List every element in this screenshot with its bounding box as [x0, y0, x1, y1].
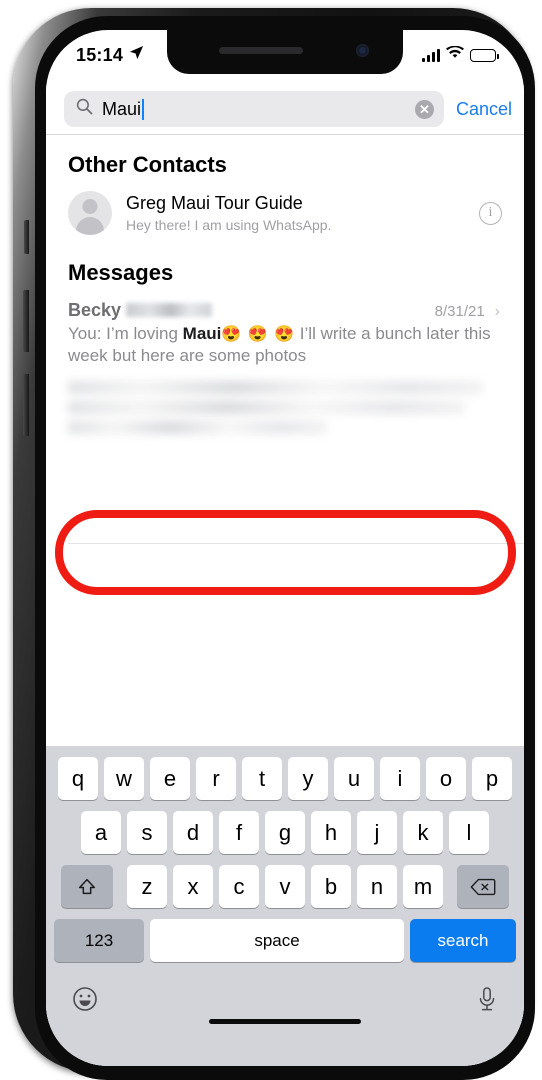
status-time: 15:14	[76, 44, 124, 65]
on-screen-keyboard: qwertyuiop asdfghjkl zxcvbnm 123 space s…	[46, 746, 524, 1066]
key-s[interactable]: s	[127, 811, 167, 854]
search-divider	[46, 134, 524, 135]
key-x[interactable]: x	[173, 865, 213, 908]
chevron-right-icon: ›	[494, 303, 500, 320]
message-result-row[interactable]: Becky 8/31/21 › You: I’m loving Maui😍 😍 …	[46, 295, 524, 375]
key-h[interactable]: h	[311, 811, 351, 854]
list-divider	[68, 543, 524, 545]
volume-up-button[interactable]	[23, 290, 29, 352]
message-row-top: Becky 8/31/21 ›	[68, 300, 500, 321]
blurred-message-row[interactable]	[46, 375, 524, 451]
display-notch	[167, 30, 403, 74]
key-g[interactable]: g	[265, 811, 305, 854]
status-indicators	[422, 45, 499, 64]
message-body-before: I’m loving	[106, 324, 183, 343]
search-icon	[76, 98, 93, 120]
person-avatar-icon	[68, 191, 112, 235]
message-preview: You: I’m loving Maui😍 😍 😍 I’ll write a b…	[68, 323, 500, 367]
key-a[interactable]: a	[81, 811, 121, 854]
microphone-icon[interactable]	[476, 986, 498, 1017]
numbers-key[interactable]: 123	[54, 919, 144, 962]
key-e[interactable]: e	[150, 757, 190, 800]
contact-name: Greg Maui Tour Guide	[126, 193, 303, 214]
key-k[interactable]: k	[403, 811, 443, 854]
cellular-bars-icon	[422, 48, 440, 62]
keyboard-row-1: qwertyuiop	[50, 757, 520, 800]
key-t[interactable]: t	[242, 757, 282, 800]
redacted-surname	[126, 303, 213, 317]
mute-switch[interactable]	[24, 220, 29, 254]
key-p[interactable]: p	[472, 757, 512, 800]
key-l[interactable]: l	[449, 811, 489, 854]
key-d[interactable]: d	[173, 811, 213, 854]
key-w[interactable]: w	[104, 757, 144, 800]
section-header-messages: Messages	[68, 260, 174, 285]
phone-frame: 15:14 Maui ✕ Cancel Other Contacts Greg …	[13, 8, 535, 1080]
message-prefix: You:	[68, 324, 107, 343]
front-camera-icon	[356, 44, 369, 57]
key-j[interactable]: j	[357, 811, 397, 854]
earpiece-speaker	[219, 47, 303, 54]
key-o[interactable]: o	[426, 757, 466, 800]
key-i[interactable]: i	[380, 757, 420, 800]
key-n[interactable]: n	[357, 865, 397, 908]
key-y[interactable]: y	[288, 757, 328, 800]
home-indicator[interactable]	[209, 1019, 361, 1024]
search-bar: Maui ✕ Cancel	[46, 84, 524, 134]
key-f[interactable]: f	[219, 811, 259, 854]
key-v[interactable]: v	[265, 865, 305, 908]
key-m[interactable]: m	[403, 865, 443, 908]
info-circle-icon[interactable]: i	[479, 201, 502, 225]
search-input-value: Maui	[102, 98, 142, 119]
key-z[interactable]: z	[127, 865, 167, 908]
smiley-face-icon[interactable]	[72, 986, 98, 1017]
key-c[interactable]: c	[219, 865, 259, 908]
key-b[interactable]: b	[311, 865, 351, 908]
location-arrow-icon	[129, 45, 144, 65]
keyboard-row-3-letters: zxcvbnm	[127, 865, 443, 908]
cancel-button[interactable]: Cancel	[456, 99, 512, 120]
volume-down-button[interactable]	[23, 374, 29, 436]
message-sender-name: Becky	[68, 300, 122, 320]
keyboard-bottom-bar	[50, 970, 520, 1032]
phone-screen: 15:14 Maui ✕ Cancel Other Contacts Greg …	[46, 30, 524, 1066]
contact-status: Hey there! I am using WhatsApp.	[126, 216, 332, 233]
contact-result-row[interactable]: Greg Maui Tour Guide Hey there! I am usi…	[46, 187, 524, 243]
contact-text: Greg Maui Tour Guide Hey there! I am usi…	[126, 192, 479, 234]
key-r[interactable]: r	[196, 757, 236, 800]
message-highlight-term: Maui	[182, 324, 222, 343]
key-u[interactable]: u	[334, 757, 374, 800]
search-input[interactable]: Maui ✕	[64, 91, 444, 127]
keyboard-row-4: 123 space search	[50, 919, 520, 962]
clear-search-button[interactable]: ✕	[414, 99, 434, 119]
message-date: 8/31/21	[434, 303, 485, 320]
shift-arrow-icon[interactable]	[61, 865, 113, 908]
keyboard-row-2: asdfghjkl	[50, 811, 520, 854]
message-emoji: 😍 😍 😍	[221, 326, 296, 343]
message-results-list: Becky 8/31/21 › You: I’m loving Maui😍 😍 …	[46, 295, 524, 595]
backspace-delete-icon[interactable]	[457, 865, 509, 908]
space-key[interactable]: space	[150, 919, 404, 962]
keyboard-row-3: zxcvbnm	[50, 865, 520, 908]
battery-full-icon	[470, 48, 499, 62]
section-header-contacts: Other Contacts	[68, 152, 227, 177]
wifi-icon	[446, 45, 464, 64]
key-q[interactable]: q	[58, 757, 98, 800]
search-key[interactable]: search	[410, 919, 516, 962]
text-cursor	[142, 98, 145, 120]
annotation-highlight-rectangle	[55, 510, 516, 595]
